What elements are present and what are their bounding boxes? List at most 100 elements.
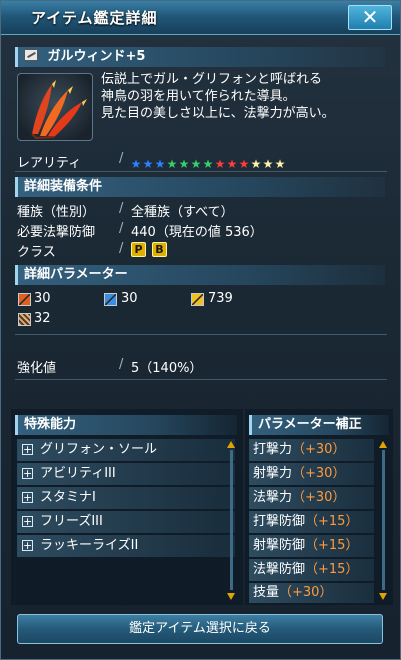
divider: [15, 379, 387, 380]
rarity-star-icon: ★: [274, 157, 286, 171]
expand-plus-icon: +: [22, 467, 33, 480]
param-name: 射撃力: [253, 466, 293, 481]
ability-row[interactable]: + フリーズIII: [17, 511, 235, 533]
ability-row[interactable]: + ラッキーライズII: [17, 535, 235, 557]
separator-slash: /: [119, 151, 124, 166]
enhance-value: 5（140%）: [131, 361, 203, 376]
param-name: 射撃防御: [253, 538, 306, 553]
param-bonus-row: 技量（+30）: [249, 583, 374, 603]
rarity-star-icon: ★: [202, 157, 214, 171]
ranged-attack-icon: [104, 293, 117, 306]
ability-row[interactable]: + グリフォン・ソール: [17, 439, 235, 461]
rarity-star-icon: ★: [262, 157, 274, 171]
rarity-star-icon: ★: [226, 157, 238, 171]
rarity-label: レアリティ: [17, 156, 82, 171]
item-appraisal-window: アイテム鑑定詳細 ✕ ガルウィンド+5 伝説上でガル・グリフォンと呼ばれる 神鳥…: [0, 0, 401, 660]
back-to-selection-button[interactable]: 鑑定アイテム選択に戻る: [17, 614, 383, 644]
rarity-star-icon: ★: [190, 157, 202, 171]
param-bonus-row: 法撃防御（+15）: [249, 559, 374, 581]
technique-attack-value: 739: [208, 291, 233, 306]
param-value: （+15）: [305, 562, 359, 577]
technique-attack-icon: [191, 293, 204, 306]
scroll-up-icon[interactable]: [227, 441, 235, 448]
race-value: 全種族（すべて）: [131, 205, 234, 220]
ability-name: グリフォン・ソール: [40, 442, 158, 457]
item-description: 伝説上でガル・グリフォンと呼ばれる 神鳥の羽を用いて作られた導具。 見た目の美し…: [101, 71, 335, 122]
expand-plus-icon: +: [22, 491, 33, 504]
rarity-star-icon: ★: [142, 157, 154, 171]
rarity-star-icon: ★: [154, 157, 166, 171]
item-name: ガルウィンド+5: [47, 49, 146, 64]
parameters-header-label: 詳細パラメーター: [24, 267, 128, 282]
title-bar: アイテム鑑定詳細 ✕: [1, 1, 400, 35]
rarity-star-icon: ★: [130, 157, 142, 171]
requirements-header-label: 詳細装備条件: [24, 179, 103, 194]
close-icon: ✕: [361, 5, 379, 29]
param-bonus-row: 打撃力（+30）: [249, 439, 374, 461]
parameters-header: 詳細パラメーター: [15, 265, 385, 285]
expand-plus-icon: +: [22, 515, 33, 528]
class-force-badge: P: [131, 242, 146, 257]
param-name: 法撃力: [253, 490, 293, 505]
param-value: （+30）: [292, 442, 346, 457]
special-abilities-header: 特殊能力: [15, 415, 237, 435]
param-name: 技量: [253, 585, 280, 600]
abilities-scrollbar[interactable]: [230, 450, 233, 590]
ability-name: アビリティIII: [40, 466, 116, 481]
enhance-label: 強化値: [17, 361, 57, 376]
param-value: （+30）: [292, 466, 346, 481]
param-name: 打撃防御: [253, 514, 306, 529]
separator-slash: /: [119, 241, 124, 256]
param-bonus-row: 射撃力（+30）: [249, 463, 374, 485]
melee-attack-icon: [18, 293, 31, 306]
description-line: 神鳥の羽を用いて作られた導具。: [101, 89, 296, 104]
param-bonus-row: 打撃防御（+15）: [249, 511, 374, 533]
param-value: （+30）: [292, 490, 346, 505]
requirements-header: 詳細装備条件: [15, 177, 385, 197]
class-bouncer-badge: B: [152, 242, 167, 257]
ability-name: スタミナI: [40, 490, 96, 505]
param-value: （+15）: [305, 538, 359, 553]
rarity-star-icon: ★: [238, 157, 250, 171]
param-name: 法撃防御: [253, 562, 306, 577]
dexterity-icon: [18, 313, 31, 326]
expand-plus-icon: +: [22, 443, 33, 456]
rarity-star-icon: ★: [250, 157, 262, 171]
required-stat-label: 必要法撃防御: [17, 225, 96, 240]
rarity-star-icon: ★: [178, 157, 190, 171]
item-thumbnail: [17, 73, 93, 141]
param-name: 打撃力: [253, 442, 293, 457]
ability-name: ラッキーライズII: [40, 538, 139, 553]
close-button[interactable]: ✕: [348, 5, 392, 30]
special-abilities-header-label: 特殊能力: [24, 417, 77, 432]
feather-icon: [31, 80, 87, 140]
ability-row[interactable]: + アビリティIII: [17, 463, 235, 485]
param-bonus-row: 射撃防御（+15）: [249, 535, 374, 557]
back-button-label: 鑑定アイテム選択に戻る: [129, 621, 271, 636]
rarity-star-icon: ★: [214, 157, 226, 171]
scroll-down-icon[interactable]: [227, 593, 235, 600]
separator-slash: /: [119, 201, 124, 216]
required-stat-value: 440（現在の値 536）: [131, 225, 263, 240]
item-name-header: ガルウィンド+5: [15, 47, 385, 67]
param-bonus-header-label: パラメーター補正: [258, 417, 362, 432]
window-title: アイテム鑑定詳細: [31, 9, 158, 27]
description-line: 伝説上でガル・グリフォンと呼ばれる: [101, 72, 323, 87]
rarity-star-icon: ★: [166, 157, 178, 171]
param-value: （+15）: [305, 514, 359, 529]
ability-name: フリーズIII: [40, 514, 103, 529]
race-label: 種族（性別）: [17, 205, 96, 220]
param-bonus-header: パラメーター補正: [249, 415, 389, 435]
divider: [15, 171, 387, 172]
scroll-up-icon[interactable]: [379, 441, 387, 448]
expand-plus-icon: +: [22, 539, 33, 552]
divider: [15, 334, 387, 335]
description-line: 見た目の美しさ以上に、法撃力が高い。: [101, 106, 335, 121]
param-scrollbar[interactable]: [382, 450, 385, 590]
param-bonus-row: 法撃力（+30）: [249, 487, 374, 509]
scroll-down-icon[interactable]: [379, 593, 387, 600]
ability-row[interactable]: + スタミナI: [17, 487, 235, 509]
melee-attack-value: 30: [34, 291, 51, 306]
class-label: クラス: [17, 245, 56, 260]
rarity-stars: ★★★★★★★★★★★★★: [130, 153, 286, 172]
